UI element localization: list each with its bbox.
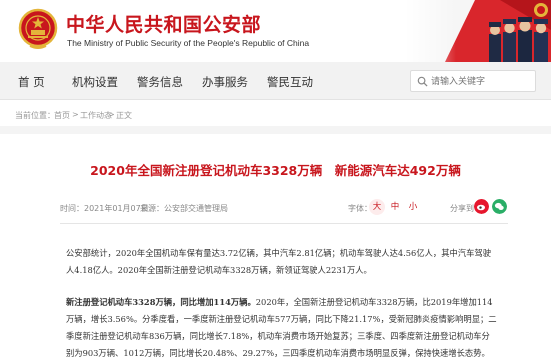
site-subtitle: The Ministry of Public Security of the P… (67, 38, 310, 48)
meta-divider (60, 223, 508, 224)
nav-item-services[interactable]: 办事服务 (202, 74, 248, 90)
search-box[interactable] (410, 70, 536, 92)
police-banner-image (405, 0, 551, 62)
nav-item-interaction[interactable]: 警民互动 (267, 74, 313, 90)
font-size-large-button[interactable]: 大 (369, 199, 385, 215)
breadcrumb-item-current: 正文 (116, 111, 132, 120)
breadcrumb-separator: > (72, 110, 79, 119)
article-date: 时间：2021年01月07日 (60, 204, 149, 213)
article-source: 来源：公安部交通管理局 (140, 204, 228, 213)
paragraph-lead-bold: 新注册登记机动车3328万辆，同比增加114万辆。 (66, 297, 256, 307)
nav-item-organization[interactable]: 机构设置 (72, 74, 118, 90)
nav-item-police-info[interactable]: 警务信息 (137, 74, 183, 90)
breadcrumb-prefix: 当前位置： (15, 111, 55, 120)
main-nav: 首 页 机构设置 警务信息 办事服务 警民互动 (0, 62, 551, 100)
section-divider (0, 126, 551, 134)
weibo-icon[interactable] (474, 199, 489, 214)
article-meta: 时间：2021年01月07日 来源：公安部交通管理局 字体： 大 中 小 分享到… (60, 196, 508, 220)
site-header: 中华人民共和国公安部 The Ministry of Public Securi… (0, 0, 551, 62)
paragraph-text: 公安部统计，2020年全国机动车保有量达3.72亿辆，其中汽车2.81亿辆；机动… (66, 248, 492, 275)
search-input[interactable] (431, 74, 531, 89)
breadcrumb: 当前位置： 首页 > 工作动态 > 正文 (0, 106, 551, 124)
breadcrumb-item-home[interactable]: 首页 (54, 110, 70, 121)
font-size-small-button[interactable]: 小 (405, 199, 421, 215)
font-size-medium-button[interactable]: 中 (387, 199, 403, 215)
article-title: 2020年全国新注册登记机动车3328万辆 新能源汽车达492万辆 (90, 163, 461, 178)
nav-item-home[interactable]: 首 页 (18, 74, 45, 90)
article-paragraph-1: 公安部统计，2020年全国机动车保有量达3.72亿辆，其中汽车2.81亿辆；机动… (66, 245, 498, 279)
article-paragraph-2: 新注册登记机动车3328万辆，同比增加114万辆。2020年，全国新注册登记机动… (66, 294, 498, 362)
wechat-icon[interactable] (492, 199, 507, 214)
site-title[interactable]: 中华人民共和国公安部 (66, 10, 261, 37)
breadcrumb-separator: > (108, 110, 115, 119)
national-emblem-icon[interactable] (18, 8, 58, 50)
search-icon[interactable] (417, 76, 428, 87)
